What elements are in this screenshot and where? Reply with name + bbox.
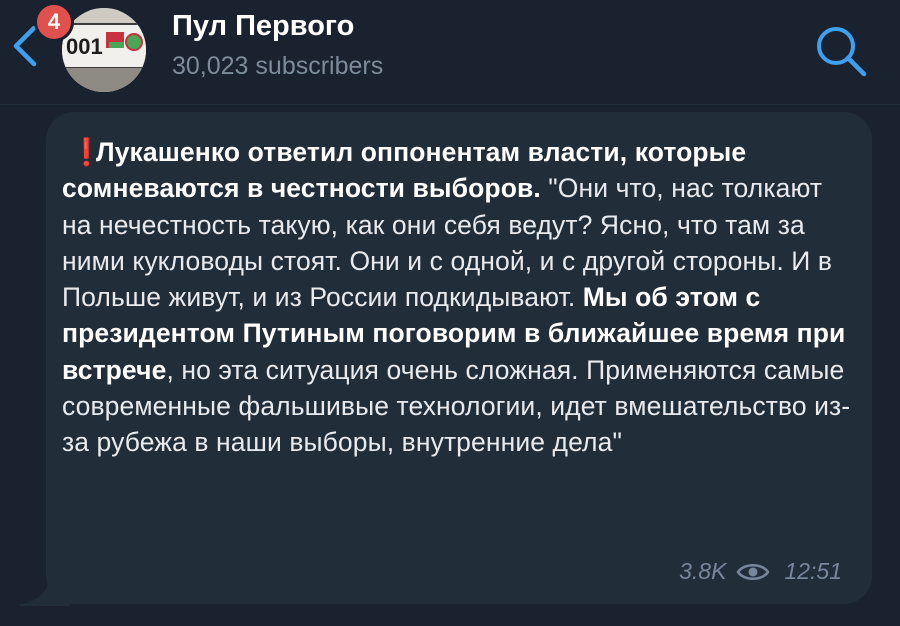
license-plate-image: 001 bbox=[62, 8, 146, 92]
subscriber-count: 30,023 subscribers bbox=[172, 52, 384, 80]
eye-icon bbox=[736, 563, 770, 580]
avatar[interactable]: 001 bbox=[62, 8, 146, 92]
message-text: ❗Лукашенко ответил оппонентам власти, ко… bbox=[62, 134, 852, 461]
message-time: 12:51 bbox=[784, 558, 842, 584]
svg-text:001: 001 bbox=[66, 34, 103, 59]
message-text-part2: , но эта ситуация очень сложная. Применя… bbox=[62, 354, 851, 458]
exclamation-icon: ❗ bbox=[70, 137, 104, 167]
channel-title[interactable]: Пул Первого bbox=[172, 10, 354, 43]
search-icon[interactable] bbox=[812, 22, 870, 80]
chat-header: 4 001 Пул Первого 30,023 subscribers bbox=[0, 0, 900, 105]
view-count: 3.8K bbox=[679, 558, 727, 584]
message-meta: 3.8K 12:51 bbox=[679, 558, 842, 585]
unread-badge: 4 bbox=[34, 2, 74, 42]
